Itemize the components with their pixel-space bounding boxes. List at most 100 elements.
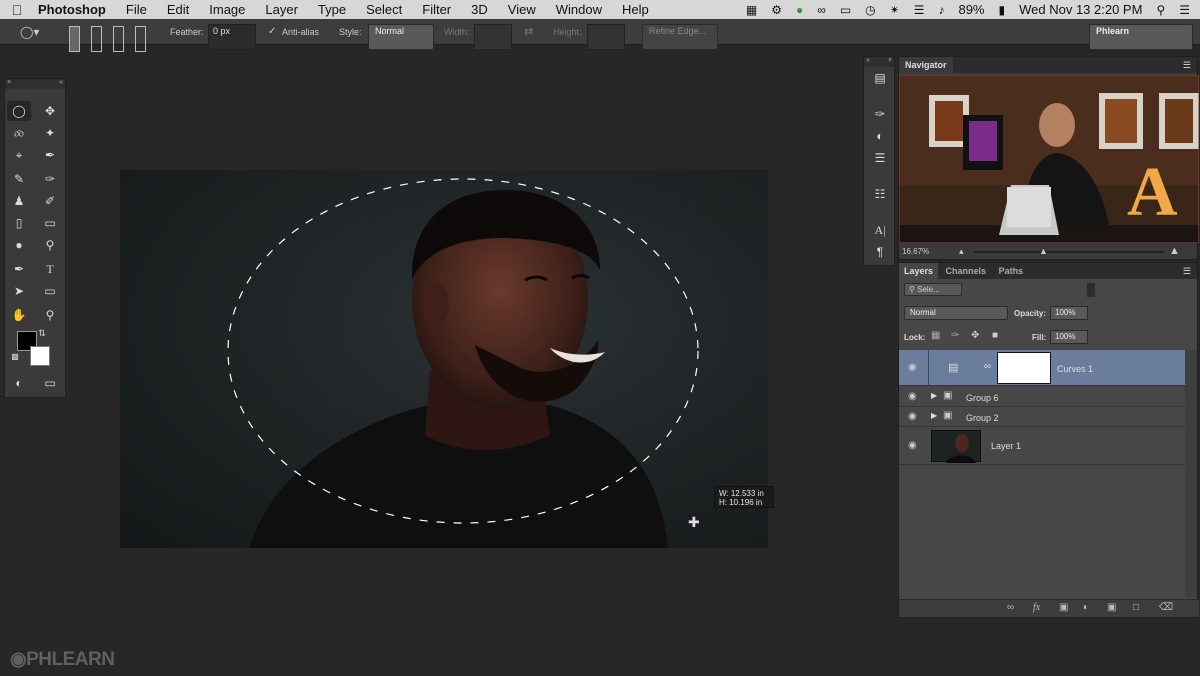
height-input[interactable] [587, 24, 625, 50]
lock-transparent-icon[interactable]: ▦ [931, 330, 940, 341]
wifi-icon[interactable]: ☰ [914, 3, 925, 17]
menu-file[interactable]: File [116, 0, 157, 19]
blur-tool-icon[interactable]: ● [7, 235, 31, 255]
zoom-slider-handle[interactable]: ▲ [1039, 246, 1048, 256]
spotlight-search-icon[interactable]: ⚲ [1156, 3, 1165, 17]
dodge-tool-icon[interactable]: ⚲ [38, 235, 62, 255]
zoom-slider-track[interactable] [974, 251, 1164, 253]
clock[interactable]: Wed Nov 13 2:20 PM [1019, 2, 1142, 17]
notification-center-icon[interactable]: ☰ [1179, 3, 1190, 17]
menu-view[interactable]: View [498, 0, 546, 19]
swap-colors-icon[interactable]: ⇅ [35, 323, 49, 343]
add-mask-icon[interactable]: ▣ [1059, 602, 1068, 613]
layer-name[interactable]: Group 6 [966, 393, 999, 403]
width-input[interactable] [474, 24, 512, 50]
document-canvas[interactable] [120, 170, 768, 548]
zoom-out-icon[interactable]: ▴ [959, 246, 964, 257]
adjustments-panel-icon[interactable]: ◐ [870, 127, 890, 145]
layer-name[interactable]: Curves 1 [1057, 364, 1093, 374]
move-tool-icon[interactable]: ✥ [38, 101, 62, 121]
subtract-from-selection-icon[interactable] [113, 26, 124, 52]
blend-mode-select[interactable]: Normal [904, 306, 1008, 320]
panel-menu-icon[interactable]: ☰ [1183, 57, 1197, 73]
clone-stamp-tool-icon[interactable]: ♟ [7, 191, 31, 211]
elliptical-marquee-tool-icon[interactable]: ◯ [7, 101, 31, 121]
layers-scrollbar[interactable] [1185, 350, 1197, 598]
add-to-selection-icon[interactable] [91, 26, 102, 52]
new-layer-icon[interactable]: □ [1133, 602, 1139, 613]
apple-menu-icon[interactable]:  [0, 2, 34, 18]
layer-mask-thumbnail[interactable] [997, 352, 1051, 384]
tools-panel-header[interactable]: × « [5, 79, 65, 89]
layer-styles-icon[interactable]: fx [1033, 602, 1040, 613]
leaf-icon[interactable]: ● [796, 3, 803, 17]
pen-tool-icon[interactable]: ✒ [7, 259, 31, 279]
layer-filter-select[interactable]: ⚲ Sele... [904, 283, 962, 296]
menu-help[interactable]: Help [612, 0, 659, 19]
layer-thumbnail[interactable] [931, 430, 981, 463]
tab-channels[interactable]: Channels [941, 263, 992, 279]
crop-tool-icon[interactable]: ⌖ [7, 145, 31, 165]
feather-input[interactable]: 0 px [208, 24, 256, 50]
type-tool-icon[interactable]: T [38, 259, 62, 279]
battery-icon[interactable]: ▮ [999, 3, 1006, 17]
expand-triangle-icon[interactable]: ▶ [931, 391, 937, 400]
menu-window[interactable]: Window [546, 0, 612, 19]
gradient-tool-icon[interactable]: ▭ [38, 213, 62, 233]
menu-photoshop[interactable]: Photoshop [34, 0, 116, 19]
history-brush-tool-icon[interactable]: ✐ [38, 191, 62, 211]
history-panel-icon[interactable]: ▤ [870, 69, 890, 87]
menu-type[interactable]: Type [308, 0, 356, 19]
time-machine-icon[interactable]: ◷ [865, 3, 875, 17]
visibility-eye-icon[interactable]: ◉ [908, 440, 917, 451]
opacity-input[interactable]: 100% [1050, 306, 1088, 320]
expand-triangle-icon[interactable]: ▶ [931, 411, 937, 420]
quick-mask-icon[interactable]: ◐ [7, 373, 31, 393]
zoom-in-icon[interactable]: ▲ [1169, 245, 1180, 257]
layer-row-group-2[interactable]: ◉ ▶ ▣ Group 2 [899, 407, 1185, 427]
polygonal-lasso-tool-icon[interactable]: ⧝ [7, 123, 31, 143]
fill-input[interactable]: 100% [1050, 330, 1088, 344]
lock-all-icon[interactable]: ■ [992, 330, 998, 341]
workspace-select[interactable]: Phlearn [1089, 24, 1193, 50]
zoom-tool-icon[interactable]: ⚲ [38, 305, 62, 325]
paragraph-panel-icon[interactable]: ¶ [870, 243, 890, 261]
new-adjustment-icon[interactable]: ◐ [1083, 602, 1089, 613]
visibility-eye-icon[interactable]: ◉ [908, 362, 917, 373]
bluetooth-icon[interactable]: ✴ [890, 3, 900, 17]
dock-header[interactable]: «× [864, 57, 894, 67]
menu-edit[interactable]: Edit [157, 0, 199, 19]
visibility-eye-icon[interactable]: ◉ [908, 411, 917, 422]
tab-layers[interactable]: Layers [899, 263, 939, 279]
creative-cloud-icon[interactable]: ∞ [817, 3, 826, 17]
character-panel-icon[interactable]: A| [870, 221, 890, 239]
style-select[interactable]: Normal [368, 24, 434, 50]
gear-icon[interactable]: ⚙ [771, 3, 782, 17]
clone-source-icon[interactable]: ☷ [870, 185, 890, 203]
properties-panel-icon[interactable]: ☰ [870, 149, 890, 167]
antialias-checkbox[interactable]: ✓ [268, 19, 276, 45]
layer-row-curves-1[interactable]: ◉ ▤ ∞ Curves 1 [899, 350, 1185, 386]
airplay-icon[interactable]: ▭ [840, 3, 851, 17]
elliptical-marquee-preset-icon[interactable]: ◯▾ [20, 19, 39, 45]
rectangle-tool-icon[interactable]: ▭ [38, 281, 62, 301]
lock-position-icon[interactable]: ✥ [971, 330, 979, 341]
swap-dimensions-icon[interactable]: ⇄ [524, 19, 533, 45]
healing-brush-tool-icon[interactable]: ✎ [7, 169, 31, 189]
layer-row-layer-1[interactable]: ◉ Layer 1 [899, 427, 1185, 465]
eraser-tool-icon[interactable]: ▯ [7, 213, 31, 233]
path-selection-tool-icon[interactable]: ➤ [7, 281, 31, 301]
mask-link-icon[interactable]: ∞ [984, 361, 991, 372]
new-selection-icon[interactable] [69, 26, 80, 52]
visibility-eye-icon[interactable]: ◉ [908, 391, 917, 402]
new-group-icon[interactable]: ▣ [1107, 602, 1116, 613]
intersect-selection-icon[interactable] [135, 26, 146, 52]
link-layers-icon[interactable]: ∞ [1007, 602, 1014, 613]
brush-tool-icon[interactable]: ✑ [38, 169, 62, 189]
menu-image[interactable]: Image [199, 0, 255, 19]
magic-wand-tool-icon[interactable]: ✦ [38, 123, 62, 143]
background-color-swatch[interactable] [30, 346, 50, 366]
delete-layer-icon[interactable]: ⌫ [1159, 602, 1173, 613]
layer-name[interactable]: Group 2 [966, 413, 999, 423]
volume-icon[interactable]: ♪ [938, 3, 944, 17]
